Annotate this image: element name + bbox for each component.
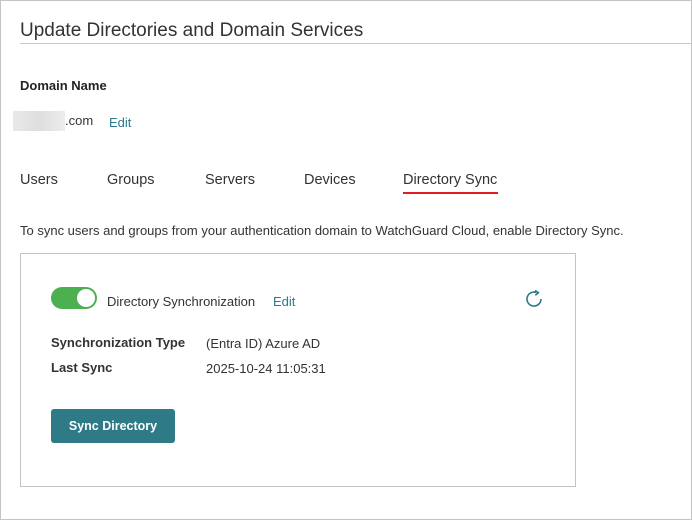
page-frame: Update Directories and Domain Services D… (0, 0, 692, 520)
tab-devices[interactable]: Devices (304, 172, 356, 188)
redacted-domain (13, 111, 65, 131)
directory-sync-panel: Directory Synchronization Edit Synchroni… (20, 253, 576, 487)
last-sync-value: 2025-10-24 11:05:31 (206, 361, 326, 376)
title-divider (20, 43, 691, 44)
tab-groups[interactable]: Groups (107, 172, 155, 188)
page-title: Update Directories and Domain Services (20, 20, 364, 41)
sync-directory-button[interactable]: Sync Directory (51, 409, 175, 443)
sync-type-value: (Entra ID) Azure AD (206, 336, 321, 351)
domain-name-label: Domain Name (20, 78, 107, 93)
tab-servers[interactable]: Servers (205, 172, 255, 188)
directory-sync-edit-link[interactable]: Edit (273, 294, 295, 309)
refresh-icon[interactable] (523, 288, 545, 310)
tab-directory-sync[interactable]: Directory Sync (403, 172, 497, 188)
sync-intro-text: To sync users and groups from your authe… (20, 223, 624, 238)
domain-suffix: .com (65, 113, 94, 128)
directory-sync-toggle-label: Directory Synchronization (107, 294, 256, 309)
last-sync-label: Last Sync (51, 360, 113, 375)
sync-type-label: Synchronization Type (51, 335, 186, 350)
domain-edit-link[interactable]: Edit (109, 115, 131, 130)
active-tab-underline (403, 192, 498, 194)
tab-users[interactable]: Users (20, 172, 58, 188)
refresh-icon-graphic (526, 289, 542, 307)
directory-sync-toggle[interactable] (51, 287, 97, 309)
toggle-knob (77, 289, 95, 307)
